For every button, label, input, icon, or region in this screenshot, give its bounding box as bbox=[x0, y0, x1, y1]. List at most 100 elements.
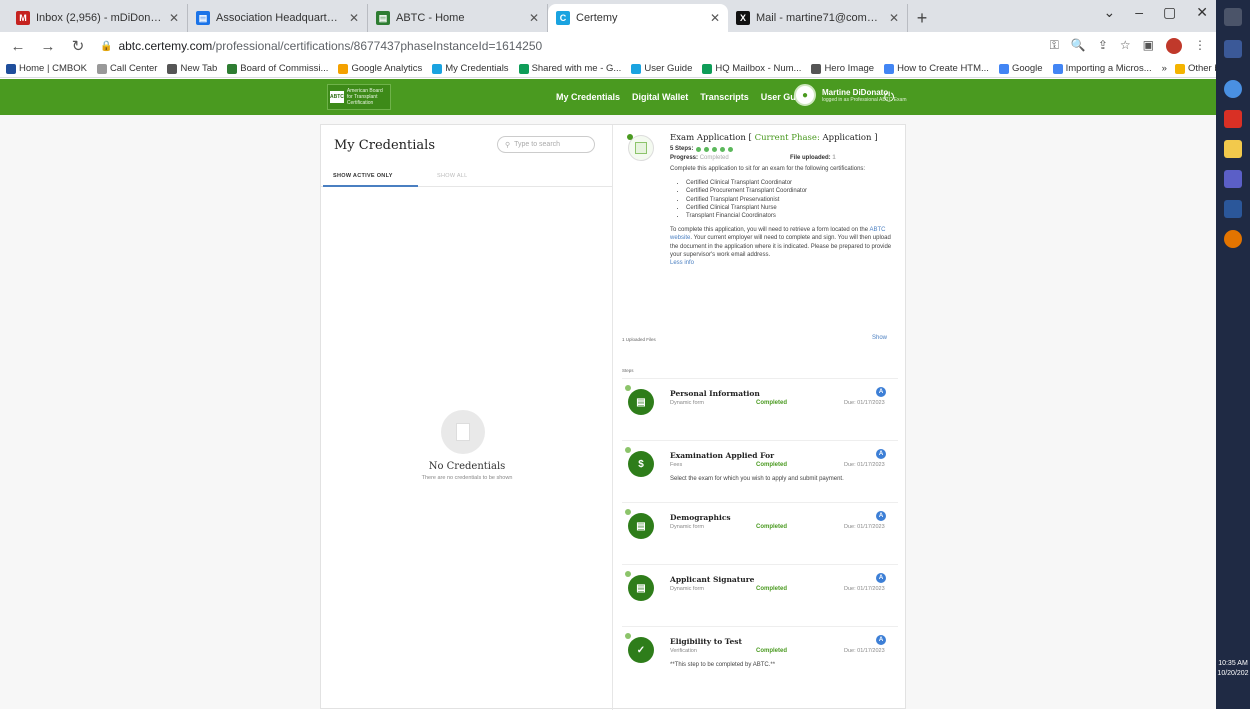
chrome-icon[interactable] bbox=[1224, 230, 1242, 248]
close-tab-icon[interactable]: ✕ bbox=[349, 11, 359, 25]
bookmark-item[interactable]: Importing a Micros... bbox=[1052, 63, 1152, 74]
close-window-button[interactable]: ✕ bbox=[1196, 4, 1208, 21]
other-bookmarks[interactable]: Other bookmarks bbox=[1174, 63, 1216, 74]
acrobat-icon[interactable] bbox=[1224, 110, 1242, 128]
bookmark-label: User Guide bbox=[644, 63, 693, 74]
zoom-icon[interactable]: 🔍 bbox=[1071, 38, 1086, 54]
step-item[interactable]: ▤ Personal Information Dynamic form Complet… bbox=[622, 378, 898, 436]
task-view-icon[interactable] bbox=[1224, 40, 1242, 58]
search-input[interactable]: ⚲ Type to search bbox=[497, 136, 595, 153]
bookmark-item[interactable]: How to Create HTM... bbox=[884, 63, 989, 74]
back-button[interactable]: ← bbox=[10, 38, 26, 55]
bookmark-favicon bbox=[6, 63, 16, 74]
browser-tab[interactable]: ▤ ABTC - Home ✕ bbox=[368, 4, 548, 32]
word-icon[interactable] bbox=[1224, 200, 1242, 218]
assignee-icon[interactable]: A bbox=[876, 573, 886, 583]
browser-tab[interactable]: X Mail - martine71@comcast.net - ✕ bbox=[728, 4, 908, 32]
bookmark-item[interactable]: New Tab bbox=[167, 63, 217, 74]
tab-favicon: X bbox=[736, 11, 750, 25]
bookmark-item[interactable]: Call Center bbox=[96, 63, 157, 74]
chevron-down-icon[interactable]: ⌄ bbox=[1104, 4, 1116, 21]
nav-transcripts[interactable]: Transcripts bbox=[700, 92, 749, 102]
bookmark-item[interactable]: User Guide bbox=[631, 63, 692, 74]
tab-show-active-only[interactable]: SHOW ACTIVE ONLY bbox=[333, 173, 393, 179]
tab-favicon: ▤ bbox=[376, 11, 390, 25]
maximize-button[interactable]: ▢ bbox=[1163, 4, 1176, 21]
step-title: Personal Information bbox=[670, 389, 760, 398]
browser-tab[interactable]: M Inbox (2,956) - mDiDonato@ah... ✕ bbox=[8, 4, 188, 32]
uploaded-files-label: 1 Uploaded Files bbox=[622, 337, 656, 342]
abtc-logo[interactable]: ABTC American Board for Transplant Certi… bbox=[327, 84, 391, 110]
bookmark-favicon bbox=[227, 63, 238, 74]
logo-text: American Board for Transplant Certificat… bbox=[346, 88, 383, 106]
file-explorer-icon[interactable] bbox=[1224, 140, 1242, 158]
step-item[interactable]: ▤ Applicant Signature Dynamic form Complete… bbox=[622, 564, 898, 622]
step-dot bbox=[696, 146, 702, 152]
profile-avatar[interactable] bbox=[1166, 38, 1182, 54]
menu-icon[interactable]: ⋮ bbox=[1194, 38, 1206, 54]
clock-date[interactable]: 10/20/202 bbox=[1216, 670, 1250, 677]
sidebar-icon[interactable]: ▣ bbox=[1143, 38, 1154, 54]
reload-button[interactable]: ↻ bbox=[70, 37, 86, 55]
tab-show-all[interactable]: SHOW ALL bbox=[437, 173, 468, 179]
active-tab-underline bbox=[323, 185, 418, 187]
step-item[interactable]: ✓ Eligibility to Test Verification Complete… bbox=[622, 626, 898, 684]
folder-icon bbox=[1174, 63, 1185, 74]
bookmark-favicon bbox=[518, 63, 529, 74]
close-tab-icon[interactable]: ✕ bbox=[710, 11, 720, 25]
nav-digital-wallet[interactable]: Digital Wallet bbox=[632, 92, 688, 102]
close-tab-icon[interactable]: ✕ bbox=[889, 11, 899, 25]
browser-tab[interactable]: ▤ Association Headquarters, Inc. - ✕ bbox=[188, 4, 368, 32]
step-icon: ▤ bbox=[628, 513, 654, 539]
less-info-link[interactable]: Less info bbox=[670, 259, 896, 267]
step-dot bbox=[728, 146, 734, 152]
step-status: Completed bbox=[756, 462, 788, 468]
assignee-icon[interactable]: A bbox=[876, 511, 886, 521]
bookmark-item[interactable]: Shared with me - G... bbox=[518, 63, 622, 74]
progress-label: Progress: bbox=[670, 155, 699, 161]
step-due-date: Due: 01/17/2023 bbox=[844, 586, 885, 592]
logo-mark: ABTC bbox=[330, 91, 344, 103]
bookmark-label: New Tab bbox=[180, 63, 218, 74]
forward-button[interactable]: → bbox=[40, 38, 56, 55]
assignee-icon[interactable]: A bbox=[876, 449, 886, 459]
step-due-date: Due: 01/17/2023 bbox=[844, 524, 885, 530]
more-bookmarks-button[interactable]: » bbox=[1162, 63, 1167, 74]
share-icon[interactable]: ⇪ bbox=[1098, 38, 1108, 54]
bookmark-star-icon[interactable]: ☆ bbox=[1120, 38, 1131, 54]
step-item[interactable]: $ Examination Applied For Fees Completed Due… bbox=[622, 440, 898, 498]
browser-tab[interactable]: C Certemy ✕ bbox=[548, 4, 728, 32]
clock-time[interactable]: 10:35 AM bbox=[1216, 660, 1250, 667]
bookmark-label: Importing a Micros... bbox=[1065, 63, 1152, 74]
close-tab-icon[interactable]: ✕ bbox=[529, 11, 539, 25]
bookmark-favicon bbox=[1052, 63, 1063, 74]
start-icon[interactable] bbox=[1224, 8, 1242, 26]
step-status: Completed bbox=[756, 586, 788, 592]
minimize-button[interactable]: – bbox=[1135, 4, 1143, 21]
teams-icon[interactable] bbox=[1224, 170, 1242, 188]
new-tab-button[interactable]: + bbox=[908, 4, 936, 32]
bookmark-item[interactable]: Hero Image bbox=[811, 63, 874, 74]
phase-label: Current Phase: bbox=[754, 133, 823, 143]
bookmark-item[interactable]: Board of Commissi... bbox=[227, 63, 328, 74]
assignee-icon[interactable]: A bbox=[876, 635, 886, 645]
bookmark-item[interactable]: HQ Mailbox - Num... bbox=[702, 63, 801, 74]
address-bar[interactable]: 🔒 abtc.certemy.com/professional/certific… bbox=[100, 35, 1036, 57]
show-files-link[interactable]: Show bbox=[872, 335, 887, 341]
phase-name: Application ] bbox=[822, 133, 878, 143]
bookmark-favicon bbox=[338, 63, 349, 74]
bookmark-item[interactable]: Home | CMBOK bbox=[6, 63, 87, 74]
step-item[interactable]: ▤ Demographics Dynamic form Completed Due: 0… bbox=[622, 502, 898, 560]
bookmark-item[interactable]: Google Analytics bbox=[338, 63, 422, 74]
bookmark-item[interactable]: Google bbox=[998, 63, 1043, 74]
close-tab-icon[interactable]: ✕ bbox=[169, 11, 179, 25]
logout-power-icon[interactable]: ⏻ bbox=[884, 89, 894, 105]
app-icon[interactable] bbox=[1224, 80, 1242, 98]
nav-my-credentials[interactable]: My Credentials bbox=[556, 92, 620, 102]
bookmark-label: Shared with me - G... bbox=[531, 63, 622, 74]
key-icon[interactable]: ⚿ bbox=[1050, 38, 1059, 54]
bookmarks-bar: Home | CMBOK Call Center New Tab Board of C… bbox=[0, 60, 1216, 78]
bookmark-item[interactable]: My Credentials bbox=[432, 63, 509, 74]
assignee-icon[interactable]: A bbox=[876, 387, 886, 397]
tab-title: Mail - martine71@comcast.net - bbox=[756, 12, 883, 24]
